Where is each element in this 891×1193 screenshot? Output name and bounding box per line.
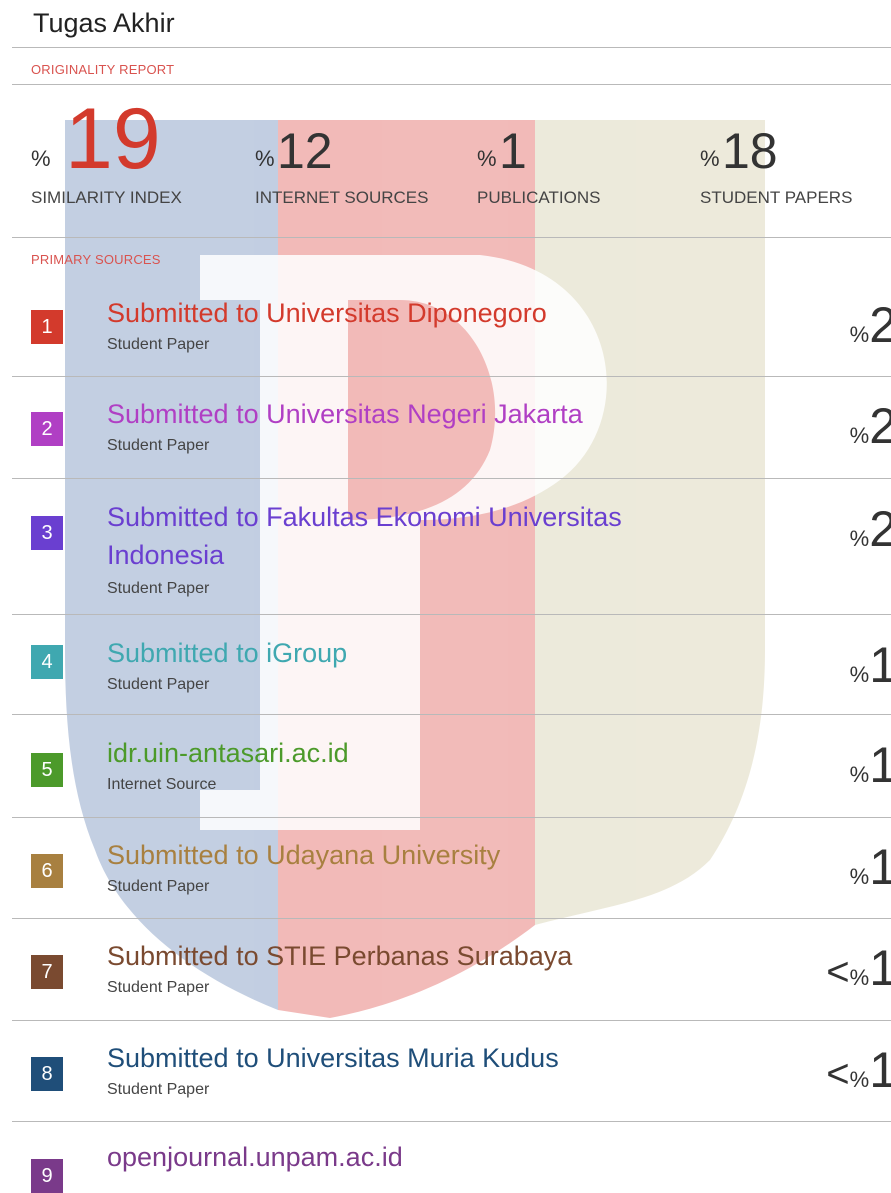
internet-sources-stat: % 12 INTERNET SOURCES (255, 96, 455, 216)
source-title[interactable]: Submitted to iGroup (107, 634, 747, 672)
source-title[interactable]: Submitted to Universitas Negeri Jakarta (107, 395, 747, 433)
source-type: Student Paper (107, 336, 210, 353)
source-percentage: %1 (849, 839, 891, 895)
divider (12, 47, 891, 48)
internet-sources-value: 12 (277, 123, 333, 179)
divider (12, 714, 891, 715)
divider (12, 237, 891, 238)
divider (12, 1121, 891, 1122)
percent-sign: % (700, 146, 720, 171)
publications-stat: % 1 PUBLICATIONS (477, 96, 677, 216)
similarity-index-value: 19 (65, 91, 161, 187)
source-title[interactable]: Submitted to STIE Perbanas Surabaya (107, 937, 747, 975)
rank-badge: 4 (31, 645, 63, 679)
rank-badge: 6 (31, 854, 63, 888)
student-papers-stat: % 18 STUDENT PAPERS (700, 96, 880, 216)
source-type: Student Paper (107, 878, 210, 895)
source-type: Internet Source (107, 776, 217, 793)
student-papers-label: STUDENT PAPERS (700, 188, 853, 207)
originality-report-label: ORIGINALITY REPORT (31, 62, 175, 77)
source-type: Student Paper (107, 1081, 210, 1098)
rank-badge: 1 (31, 310, 63, 344)
source-title[interactable]: Submitted to Universitas Muria Kudus (107, 1039, 747, 1077)
rank-badge: 3 (31, 516, 63, 550)
percent-sign: % (477, 146, 497, 171)
source-title[interactable]: Submitted to Universitas Diponegoro (107, 294, 747, 332)
divider (12, 84, 891, 85)
source-percentage: <%1 (826, 1042, 891, 1098)
source-title[interactable]: idr.uin-antasari.ac.id (107, 734, 747, 772)
rank-badge: 2 (31, 412, 63, 446)
source-percentage: %2 (849, 398, 891, 454)
divider (12, 918, 891, 919)
source-type: Student Paper (107, 437, 210, 454)
divider (12, 376, 891, 377)
divider (12, 478, 891, 479)
source-percentage: %2 (849, 501, 891, 557)
source-type: Student Paper (107, 580, 210, 597)
divider (12, 817, 891, 818)
source-type: Student Paper (107, 676, 210, 693)
rank-badge: 8 (31, 1057, 63, 1091)
source-title[interactable]: openjournal.unpam.ac.id (107, 1138, 747, 1176)
rank-badge: 5 (31, 753, 63, 787)
source-type: Student Paper (107, 979, 210, 996)
publications-label: PUBLICATIONS (477, 188, 601, 207)
primary-sources-label: PRIMARY SOURCES (31, 252, 161, 267)
publications-value: 1 (499, 123, 527, 179)
rank-badge: 7 (31, 955, 63, 989)
divider (12, 614, 891, 615)
document-title: Tugas Akhir (33, 8, 175, 38)
source-percentage: <%1 (826, 940, 891, 996)
percent-sign: % (31, 146, 51, 171)
internet-sources-label: INTERNET SOURCES (255, 188, 429, 207)
source-title[interactable]: Submitted to Fakultas Ekonomi Universita… (107, 498, 747, 574)
percent-sign: % (255, 146, 275, 171)
student-papers-value: 18 (722, 123, 778, 179)
divider (12, 1020, 891, 1021)
source-percentage: %1 (849, 737, 891, 793)
similarity-index-stat: % 19 SIMILARITY INDEX (31, 96, 231, 216)
source-percentage: %1 (849, 637, 891, 693)
rank-badge: 9 (31, 1159, 63, 1193)
similarity-index-label: SIMILARITY INDEX (31, 188, 182, 207)
source-percentage: %2 (849, 297, 891, 353)
source-title[interactable]: Submitted to Udayana University (107, 836, 747, 874)
